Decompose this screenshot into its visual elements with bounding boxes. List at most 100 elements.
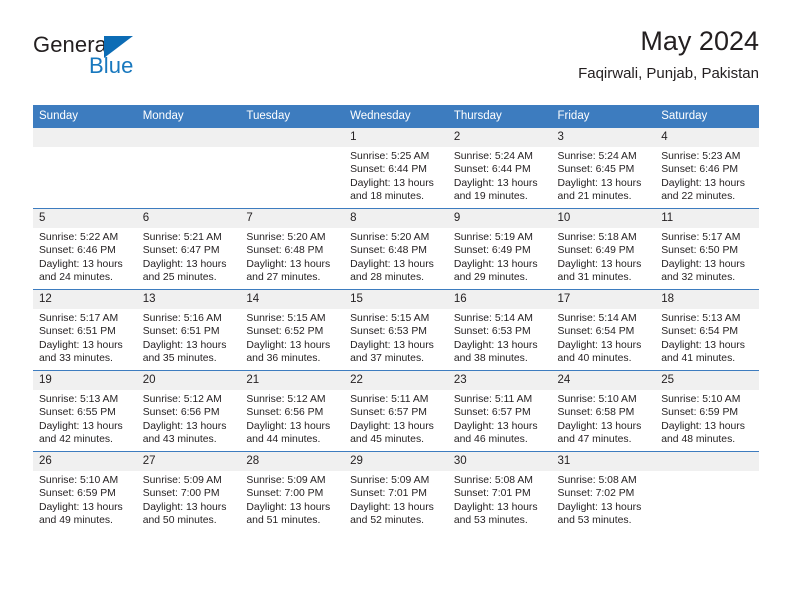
day-number: 17 <box>551 290 656 309</box>
sunset-text: Sunset: 6:59 PM <box>39 488 116 500</box>
calendar-day-cell[interactable]: 3 Sunrise: 5:24 AM Sunset: 6:45 PM Daylight… <box>551 127 656 209</box>
calendar-day-cell[interactable]: 4 Sunrise: 5:23 AM Sunset: 6:46 PM Daylight… <box>655 127 759 209</box>
calendar-day-cell[interactable]: 13 Sunrise: 5:16 AM Sunset: 6:51 PM Dayligh… <box>136 289 241 371</box>
sunrise-text: Sunrise: 5:08 AM <box>453 475 533 486</box>
calendar-day-cell[interactable]: 8 Sunrise: 5:20 AM Sunset: 6:48 PM Daylight… <box>344 208 448 290</box>
day-details: Sunrise: 5:09 AM Sunset: 7:00 PM Daylight:… <box>240 471 344 527</box>
calendar-day-cell[interactable]: 23 Sunrise: 5:11 AM Sunset: 6:57 PM Dayligh… <box>447 370 552 452</box>
daylight-text: Daylight: 13 hours and 33 minutes. <box>39 339 123 364</box>
day-number: 25 <box>655 371 759 390</box>
calendar-day-cell[interactable]: 31 Sunrise: 5:08 AM Sunset: 7:02 PM Dayligh… <box>551 451 656 532</box>
day-details: Sunrise: 5:09 AM Sunset: 7:01 PM Daylight:… <box>344 471 448 527</box>
daylight-text: Daylight: 13 hours and 18 minutes. <box>350 177 434 202</box>
sunset-text: Sunset: 7:01 PM <box>453 488 531 500</box>
sunset-text: Sunset: 6:46 PM <box>661 164 739 176</box>
calendar-day-cell[interactable]: 20 Sunrise: 5:12 AM Sunset: 6:56 PM Dayligh… <box>136 370 241 452</box>
daylight-text: Daylight: 13 hours and 19 minutes. <box>453 177 538 202</box>
day-number: 7 <box>240 209 345 228</box>
day-details: Sunrise: 5:16 AM Sunset: 6:51 PM Daylight:… <box>137 309 241 365</box>
calendar-day-cell[interactable]: 16 Sunrise: 5:14 AM Sunset: 6:53 PM Dayligh… <box>447 289 552 371</box>
day-details: Sunrise: 5:15 AM Sunset: 6:53 PM Daylight:… <box>344 309 448 365</box>
sunset-text: Sunset: 7:01 PM <box>350 488 427 500</box>
daylight-text: Daylight: 13 hours and 40 minutes. <box>557 339 642 364</box>
sunrise-text: Sunrise: 5:21 AM <box>142 232 222 243</box>
calendar-day-cell[interactable]: 2 Sunrise: 5:24 AM Sunset: 6:44 PM Daylight… <box>447 127 552 209</box>
day-details: Sunrise: 5:17 AM Sunset: 6:51 PM Daylight:… <box>33 309 137 365</box>
calendar-day-cell[interactable]: 24 Sunrise: 5:10 AM Sunset: 6:58 PM Dayligh… <box>551 370 656 452</box>
calendar-day-cell[interactable]: 11 Sunrise: 5:17 AM Sunset: 6:50 PM Dayligh… <box>655 208 759 290</box>
sunrise-text: Sunrise: 5:15 AM <box>350 313 430 324</box>
calendar-day-cell[interactable]: 9 Sunrise: 5:19 AM Sunset: 6:49 PM Daylight… <box>447 208 552 290</box>
calendar-day-cell[interactable]: 30 Sunrise: 5:08 AM Sunset: 7:01 PM Dayligh… <box>447 451 552 532</box>
calendar-day-cell[interactable]: 21 Sunrise: 5:12 AM Sunset: 6:56 PM Dayligh… <box>240 370 345 452</box>
day-number: 15 <box>344 290 448 309</box>
daylight-text: Daylight: 13 hours and 37 minutes. <box>350 339 434 364</box>
day-number: 19 <box>33 371 137 390</box>
day-number: 24 <box>551 371 656 390</box>
day-number <box>655 452 759 471</box>
calendar-day-cell[interactable]: 28 Sunrise: 5:09 AM Sunset: 7:00 PM Dayligh… <box>240 451 345 532</box>
day-details: Sunrise: 5:10 AM Sunset: 6:59 PM Daylight:… <box>655 390 759 446</box>
calendar-day-cell[interactable]: 17 Sunrise: 5:14 AM Sunset: 6:54 PM Dayligh… <box>551 289 656 371</box>
sunrise-text: Sunrise: 5:10 AM <box>39 475 119 486</box>
sunset-text: Sunset: 6:57 PM <box>453 407 531 419</box>
calendar-day-cell[interactable]: 7 Sunrise: 5:20 AM Sunset: 6:48 PM Daylight… <box>240 208 345 290</box>
day-details: Sunrise: 5:12 AM Sunset: 6:56 PM Daylight:… <box>137 390 241 446</box>
sunset-text: Sunset: 6:44 PM <box>453 164 531 176</box>
daylight-text: Daylight: 13 hours and 52 minutes. <box>350 501 434 526</box>
generalblue-logo[interactable]: General Blue <box>33 32 153 84</box>
calendar-day-cell[interactable]: 5 Sunrise: 5:22 AM Sunset: 6:46 PM Daylight… <box>33 208 137 290</box>
daylight-text: Daylight: 13 hours and 31 minutes. <box>557 258 642 283</box>
calendar-day-cell[interactable]: 18 Sunrise: 5:13 AM Sunset: 6:54 PM Dayligh… <box>655 289 759 371</box>
day-number: 22 <box>344 371 448 390</box>
weekday-header-friday: Friday <box>551 105 656 128</box>
calendar-day-cell[interactable]: 25 Sunrise: 5:10 AM Sunset: 6:59 PM Dayligh… <box>655 370 759 452</box>
calendar-day-cell[interactable]: 26 Sunrise: 5:10 AM Sunset: 6:59 PM Dayligh… <box>33 451 137 532</box>
day-details: Sunrise: 5:24 AM Sunset: 6:45 PM Daylight:… <box>552 147 656 203</box>
day-number: 30 <box>447 452 552 471</box>
calendar-day-cell[interactable]: 6 Sunrise: 5:21 AM Sunset: 6:47 PM Daylight… <box>136 208 241 290</box>
day-number: 23 <box>447 371 552 390</box>
day-details: Sunrise: 5:20 AM Sunset: 6:48 PM Daylight:… <box>240 228 344 284</box>
sunrise-text: Sunrise: 5:17 AM <box>661 232 741 243</box>
calendar-week-row: 1 Sunrise: 5:25 AM Sunset: 6:44 PM Daylight… <box>33 127 759 209</box>
day-details: Sunrise: 5:09 AM Sunset: 7:00 PM Daylight:… <box>137 471 241 527</box>
calendar-day-cell[interactable]: 12 Sunrise: 5:17 AM Sunset: 6:51 PM Dayligh… <box>33 289 137 371</box>
sunrise-text: Sunrise: 5:24 AM <box>453 151 533 162</box>
calendar-day-cell[interactable]: 15 Sunrise: 5:15 AM Sunset: 6:53 PM Dayligh… <box>344 289 448 371</box>
sunrise-text: Sunrise: 5:09 AM <box>246 475 326 486</box>
calendar-day-cell[interactable]: 14 Sunrise: 5:15 AM Sunset: 6:52 PM Dayligh… <box>240 289 345 371</box>
day-details: Sunrise: 5:14 AM Sunset: 6:54 PM Daylight:… <box>552 309 656 365</box>
daylight-text: Daylight: 13 hours and 53 minutes. <box>453 501 538 526</box>
calendar-day-cell[interactable]: 29 Sunrise: 5:09 AM Sunset: 7:01 PM Dayligh… <box>344 451 448 532</box>
sunrise-text: Sunrise: 5:12 AM <box>246 394 326 405</box>
day-number: 31 <box>551 452 656 471</box>
calendar-cell-empty <box>240 127 345 209</box>
sunrise-text: Sunrise: 5:11 AM <box>453 394 533 405</box>
sunrise-text: Sunrise: 5:12 AM <box>142 394 222 405</box>
sunset-text: Sunset: 6:53 PM <box>453 326 531 338</box>
calendar-day-cell[interactable]: 27 Sunrise: 5:09 AM Sunset: 7:00 PM Dayligh… <box>136 451 241 532</box>
calendar-day-cell[interactable]: 22 Sunrise: 5:11 AM Sunset: 6:57 PM Dayligh… <box>344 370 448 452</box>
day-number: 1 <box>344 128 448 147</box>
calendar-day-cell[interactable]: 1 Sunrise: 5:25 AM Sunset: 6:44 PM Daylight… <box>344 127 448 209</box>
daylight-text: Daylight: 13 hours and 27 minutes. <box>246 258 331 283</box>
day-details: Sunrise: 5:15 AM Sunset: 6:52 PM Daylight:… <box>240 309 344 365</box>
day-number: 4 <box>655 128 759 147</box>
calendar-page: General Blue May 2024 Faqirwali, Punjab,… <box>0 0 792 612</box>
calendar-day-cell[interactable]: 19 Sunrise: 5:13 AM Sunset: 6:55 PM Dayligh… <box>33 370 137 452</box>
sunset-text: Sunset: 6:54 PM <box>661 326 739 338</box>
day-details: Sunrise: 5:11 AM Sunset: 6:57 PM Daylight:… <box>448 390 552 446</box>
sunset-text: Sunset: 6:51 PM <box>142 326 220 338</box>
sunset-text: Sunset: 6:45 PM <box>557 164 635 176</box>
day-number: 5 <box>33 209 137 228</box>
sunset-text: Sunset: 6:51 PM <box>39 326 116 338</box>
title-block: May 2024 Faqirwali, Punjab, Pakistan <box>578 24 759 85</box>
calendar-day-cell[interactable]: 10 Sunrise: 5:18 AM Sunset: 6:49 PM Dayligh… <box>551 208 656 290</box>
daylight-text: Daylight: 13 hours and 50 minutes. <box>142 501 227 526</box>
day-number: 26 <box>33 452 137 471</box>
day-details: Sunrise: 5:10 AM Sunset: 6:59 PM Daylight:… <box>33 471 137 527</box>
sunset-text: Sunset: 7:00 PM <box>142 488 220 500</box>
sunrise-text: Sunrise: 5:22 AM <box>39 232 119 243</box>
day-details: Sunrise: 5:17 AM Sunset: 6:50 PM Daylight:… <box>655 228 759 284</box>
